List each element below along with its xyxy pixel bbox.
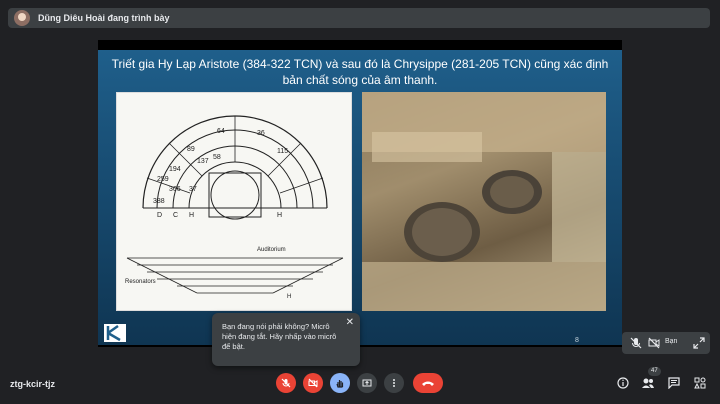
close-icon[interactable]: ✕ [346,317,354,328]
svg-text:Resonators: Resonators [125,279,156,285]
ruins-photo [362,92,606,311]
meeting-details-button[interactable] [615,375,631,391]
slide-page-number: 8 [575,337,579,344]
muted-speaking-tooltip: Bạn đang nói phải không? Micrô hiện đang… [212,313,360,366]
svg-text:64: 64 [217,128,225,135]
presentation-stage: Triết gia Hy Lạp Aristote (384-322 TCN) … [98,40,622,347]
people-icon [641,377,655,389]
svg-text:37: 37 [189,186,197,193]
svg-text:388: 388 [153,198,165,205]
self-view-label: Bạn [665,338,678,345]
svg-text:366: 366 [169,186,181,193]
svg-text:H: H [189,212,194,219]
meeting-code: ztg-kcir-tjz [10,379,55,389]
camera-off-icon [648,337,660,349]
slide-logo [104,324,126,342]
svg-text:89: 89 [187,146,195,153]
present-button[interactable] [357,373,377,393]
svg-text:C: C [173,212,178,219]
chat-icon [668,377,680,389]
slide-title: Triết gia Hy Lạp Aristote (384-322 TCN) … [111,57,609,87]
activities-button[interactable] [692,375,708,391]
svg-text:Auditorium: Auditorium [257,247,286,253]
svg-text:137: 137 [197,158,209,165]
svg-text:D: D [157,212,162,219]
end-call-button[interactable] [413,373,443,393]
top-bar: Dũng Diêu Hoài đang trình bày [0,0,720,34]
end-call-icon [421,379,435,387]
svg-text:58: 58 [213,154,221,161]
camera-off-icon [308,378,318,388]
svg-text:H: H [287,294,291,300]
present-icon [362,378,372,388]
raise-hand-icon [335,378,345,388]
self-view-tile[interactable]: Bạn [622,332,710,354]
mic-off-icon [281,378,291,388]
presenter-avatar [14,10,30,26]
info-icon [617,377,629,389]
chat-button[interactable] [666,375,682,391]
svg-text:194: 194 [169,166,181,173]
more-options-button[interactable] [384,373,404,393]
raise-hand-button[interactable] [330,373,350,393]
theatre-diagram-image: 259 194 89 64 36 115 388 366 37 137 58 D C H H [116,92,352,311]
presenting-banner: Dũng Diêu Hoài đang trình bày [8,8,710,28]
presenting-text: Dũng Diêu Hoài đang trình bày [38,13,170,23]
camera-toggle-button[interactable] [303,373,323,393]
svg-text:259: 259 [157,176,169,183]
mic-toggle-button[interactable] [276,373,296,393]
svg-text:115: 115 [277,148,288,155]
more-icon [389,378,399,388]
activities-icon [694,377,706,389]
people-button[interactable] [640,375,656,391]
svg-text:36: 36 [257,130,265,137]
slide: Triết gia Hy Lạp Aristote (384-322 TCN) … [98,50,622,345]
mic-off-icon [630,337,642,349]
svg-text:H: H [277,212,282,219]
expand-icon[interactable] [693,337,705,349]
tooltip-text: Bạn đang nói phải không? Micrô hiện đang… [222,322,337,351]
